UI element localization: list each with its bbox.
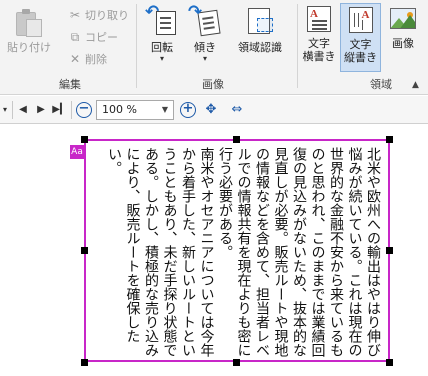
resize-handle-middle-right[interactable]	[386, 247, 393, 254]
next-page-icon[interactable]: ▶	[34, 101, 48, 119]
resize-handle-middle-left[interactable]	[81, 247, 88, 254]
rotate-label: 回転	[151, 41, 173, 54]
ribbon-separator	[297, 4, 298, 88]
delete-label: 削除	[85, 53, 107, 66]
text-vertical-label-1: 文字	[349, 38, 372, 51]
copy-label: コピー	[85, 31, 118, 44]
tilt-label: 傾き	[194, 41, 216, 54]
group-label-edit: 編集	[59, 78, 81, 91]
scissors-icon: ✂	[69, 8, 81, 22]
text-vertical-label-2: 縦書き	[344, 51, 377, 64]
resize-handle-bottom-right[interactable]	[386, 359, 393, 366]
text-region-tag: Aa	[70, 145, 84, 159]
image-region-button[interactable]: 画像	[384, 4, 422, 50]
zoom-out-icon[interactable]: −	[76, 102, 92, 118]
paste-icon	[14, 6, 44, 38]
paragraph-1: 北米や欧州への輸出はやはり伸び悩みが続いている。これは現在の世界的な金融不安から…	[217, 147, 381, 357]
tilt-button[interactable]: ↷ 傾き ▾	[185, 4, 225, 64]
collapse-ribbon-icon[interactable]: ▲	[412, 80, 419, 90]
text-horizontal-icon: A	[304, 4, 334, 34]
view-toolbar: ▾ ◀ ▶ ▶▎ − 100 % ▼ + ✥ ⇔	[0, 96, 428, 124]
previous-page-icon[interactable]: ◀	[16, 101, 30, 119]
ribbon: 貼り付け ✂ 切り取り ⧉ コピー ✕ 削除 編集 ↶ 回転 ▾ ↷ 傾き ▾ 領域認…	[0, 0, 428, 95]
paragraph-2: 南米やオセアニアについては今年から着手した、新しいルートということもあり、未だ手…	[106, 147, 215, 357]
ribbon-separator	[136, 4, 137, 88]
last-page-icon[interactable]: ▶▎	[52, 101, 68, 119]
paste-label: 貼り付け	[7, 41, 51, 54]
resize-handle-top-center[interactable]	[233, 136, 240, 143]
resize-handle-top-left[interactable]	[81, 136, 88, 143]
tilt-dropdown-icon: ▾	[202, 54, 207, 63]
vertical-text-content: 北米や欧州への輸出はやはり伸び悩みが続いている。これは現在の世界的な金融不安から…	[105, 147, 383, 357]
resize-handle-bottom-left[interactable]	[81, 359, 88, 366]
fit-width-icon[interactable]: ⇔	[228, 101, 246, 119]
zoom-select[interactable]: 100 % ▼	[96, 100, 174, 120]
paste-button[interactable]: 貼り付け	[6, 6, 52, 54]
region-recognition-label: 領域認識	[238, 41, 282, 54]
text-horizontal-label-1: 文字	[308, 37, 330, 50]
zoom-in-icon[interactable]: +	[180, 102, 196, 118]
toolbar-separator	[12, 101, 13, 119]
region-recognition-button[interactable]: 領域認識	[230, 4, 290, 54]
delete-x-icon: ✕	[69, 52, 81, 66]
text-vertical-icon: A	[346, 5, 376, 35]
text-vertical-button[interactable]: A 文字 縦書き	[340, 3, 381, 72]
image-region-icon	[388, 4, 418, 34]
toolbar-separator	[71, 101, 72, 119]
vertical-text-region[interactable]: 北米や欧州への輸出はやはり伸び悩みが続いている。これは現在の世界的な金融不安から…	[84, 139, 390, 362]
group-label-region: 領域	[370, 78, 392, 91]
cut-button[interactable]: ✂ 切り取り	[68, 6, 129, 24]
fit-page-icon[interactable]: ✥	[202, 101, 220, 119]
tilt-icon: ↷	[188, 4, 222, 38]
copy-icon: ⧉	[70, 30, 80, 44]
rotate-icon: ↶	[145, 4, 179, 38]
text-horizontal-label-2: 横書き	[302, 50, 336, 63]
cut-label: 切り取り	[85, 9, 129, 22]
zoom-dropdown-icon: ▼	[161, 105, 168, 114]
text-horizontal-button[interactable]: A 文字 横書き	[300, 4, 338, 72]
zoom-value: 100 %	[102, 103, 137, 116]
image-region-label: 画像	[392, 37, 414, 50]
rotate-button[interactable]: ↶ 回転 ▾	[142, 4, 182, 64]
dropdown-caret-icon[interactable]: ▾	[0, 101, 10, 119]
resize-handle-bottom-center[interactable]	[233, 359, 240, 366]
copy-button[interactable]: ⧉ コピー	[68, 28, 118, 46]
region-recognition-icon	[243, 4, 277, 38]
delete-button[interactable]: ✕ 削除	[68, 50, 107, 68]
group-label-image: 画像	[202, 78, 224, 91]
rotate-dropdown-icon: ▾	[159, 54, 164, 63]
document-canvas[interactable]: Aa 北米や欧州への輸出はやはり伸び悩みが続いている。これは現在の世界的な金融不…	[0, 125, 428, 376]
resize-handle-top-right[interactable]	[386, 136, 393, 143]
